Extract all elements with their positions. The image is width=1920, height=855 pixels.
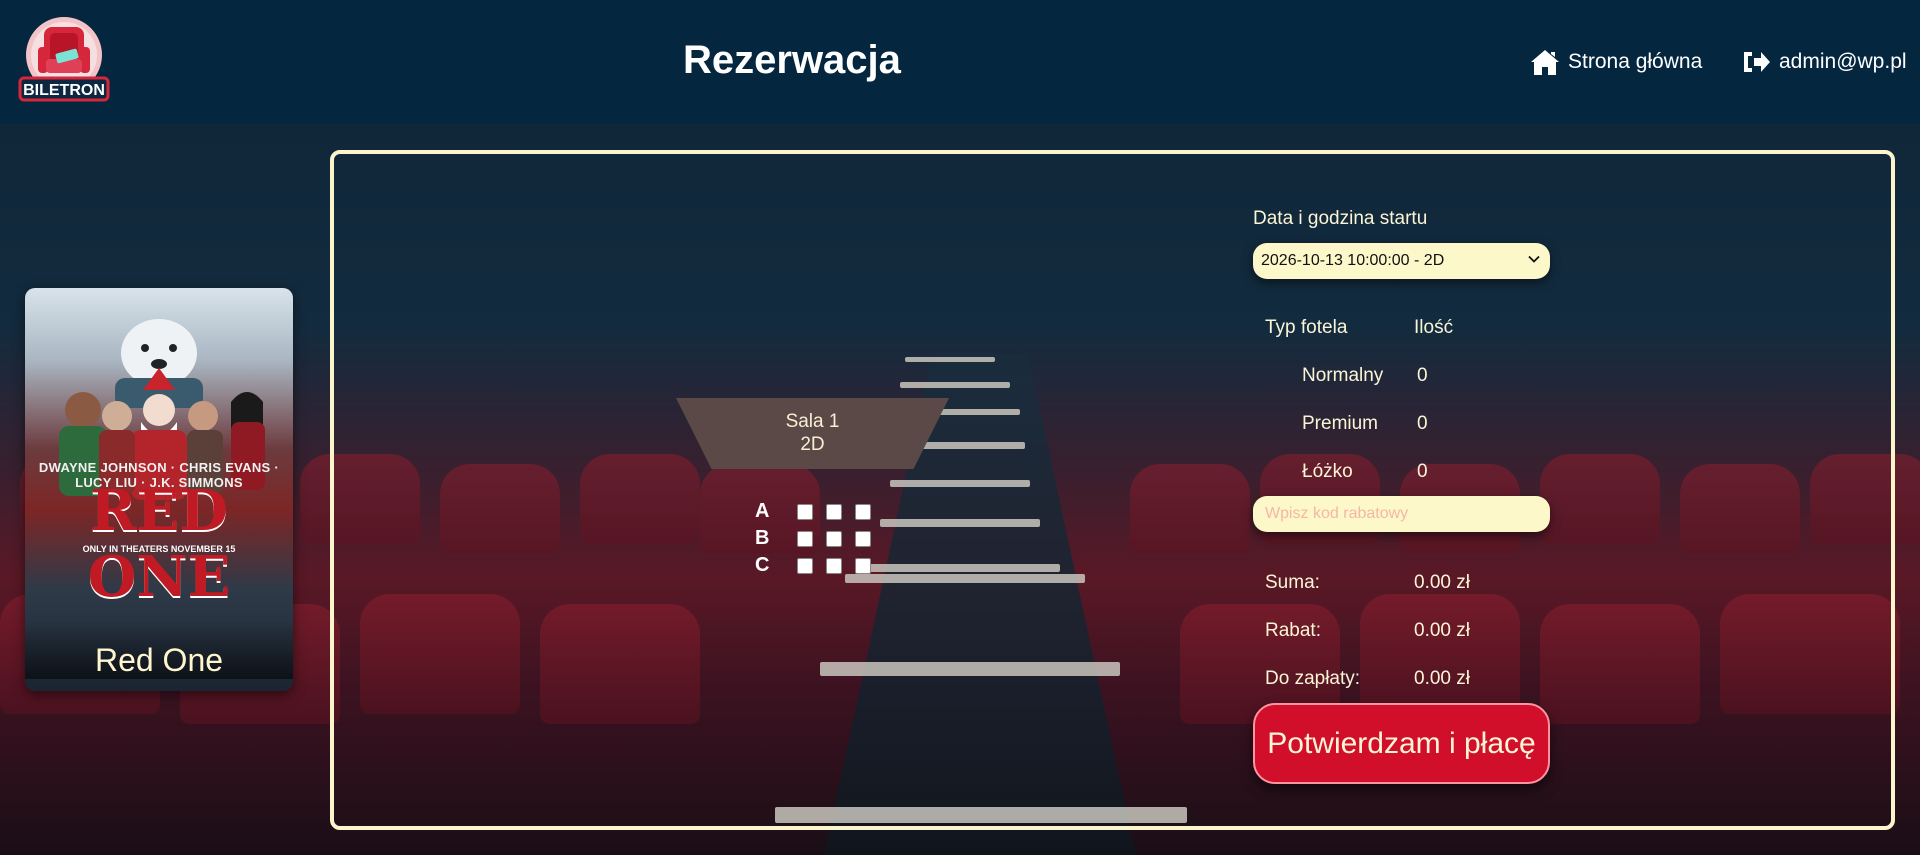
discount-code-input[interactable] <box>1253 496 1550 532</box>
datetime-select[interactable]: 2026-10-13 10:00:00 - 2D <box>1253 243 1550 279</box>
seat-row-a: A <box>755 500 884 523</box>
top-navbar: BILETRON Rezerwacja Strona główna admin@… <box>0 0 1920 124</box>
sum-label: Suma: <box>1265 572 1320 593</box>
seat-b2[interactable] <box>826 530 842 547</box>
seat-c2[interactable] <box>826 557 842 574</box>
page-title: Rezerwacja <box>683 38 901 82</box>
seat-a2[interactable] <box>826 503 842 520</box>
nav-home-label: Strona główna <box>1568 50 1703 73</box>
row-label-c: C <box>755 554 770 576</box>
poster-tagline: ONLY IN THEATERS NOVEMBER 15 <box>82 544 236 554</box>
hall-name: Sala 1 <box>785 411 840 432</box>
seat-type-normal: Normalny <box>1302 365 1384 386</box>
seat-type-bed: Łóżko <box>1302 461 1353 482</box>
movie-poster: DWAYNE JOHNSON · CHRIS EVANS · LUCY LIU … <box>25 288 293 691</box>
sum-value: 0.00 zł <box>1414 572 1470 593</box>
datetime-selected-value: 2026-10-13 10:00:00 - 2D <box>1261 252 1445 269</box>
confirm-pay-button[interactable]: Potwierdzam i płacę <box>1253 703 1550 784</box>
nav-home-link[interactable]: Strona główna <box>1530 48 1702 76</box>
chevron-down-icon <box>1528 255 1540 263</box>
seat-row-c: C <box>755 554 884 577</box>
seat-b3[interactable] <box>855 530 871 547</box>
reservation-panel <box>330 150 1895 830</box>
nav-user-link[interactable]: admin@wp.pl <box>1741 48 1907 76</box>
discount-label: Rabat: <box>1265 620 1321 641</box>
seat-a3[interactable] <box>855 503 871 520</box>
seat-a1[interactable] <box>797 503 813 520</box>
datetime-label: Data i godzina startu <box>1253 208 1428 229</box>
discount-value: 0.00 zł <box>1414 620 1470 641</box>
seat-c1[interactable] <box>797 557 813 574</box>
cinema-screen: Sala 1 2D <box>676 398 949 469</box>
qty-premium: 0 <box>1417 413 1428 434</box>
biletron-logo[interactable]: BILETRON <box>18 15 110 107</box>
qty-bed: 0 <box>1417 461 1428 482</box>
logo-text: BILETRON <box>23 82 105 99</box>
seat-row-b: B <box>755 527 884 550</box>
seat-b1[interactable] <box>797 530 813 547</box>
row-label-b: B <box>755 527 770 549</box>
movie-title: Red One <box>25 622 293 679</box>
quantity-header: Ilość <box>1414 317 1454 338</box>
total-value: 0.00 zł <box>1414 668 1470 689</box>
home-icon <box>1531 50 1559 75</box>
seat-type-header: Typ fotela <box>1265 317 1348 338</box>
row-label-a: A <box>755 500 770 522</box>
hall-format: 2D <box>800 434 825 455</box>
total-label: Do zapłaty: <box>1265 668 1361 689</box>
nav-user-label: admin@wp.pl <box>1779 50 1907 73</box>
seat-type-premium: Premium <box>1302 413 1379 434</box>
qty-normal: 0 <box>1417 365 1428 386</box>
sign-out-icon <box>1744 52 1770 72</box>
seat-c3[interactable] <box>855 557 871 574</box>
